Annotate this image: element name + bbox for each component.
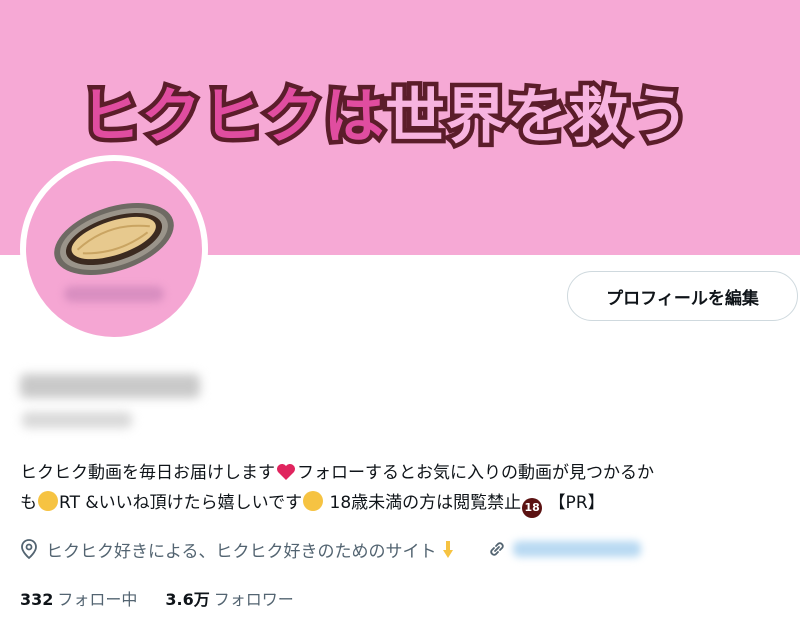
followers-count: 3.6万 xyxy=(165,590,210,609)
no-under-18-icon: 18 xyxy=(522,498,543,518)
following-label: フォロー中 xyxy=(57,590,138,609)
blurred-avatar-text xyxy=(64,286,164,302)
location-text: ヒクヒク好きによる、ヒクヒク好きのためのサイト xyxy=(46,541,437,562)
follow-stats: 332 フォロー中 3.6万 フォロワー xyxy=(20,586,294,610)
avatar-image xyxy=(26,161,202,337)
bio-text-5: 18歳未満の方は閲覧禁止 xyxy=(329,493,522,513)
location-pin-icon xyxy=(21,539,37,559)
link-icon xyxy=(489,542,504,556)
bio-text-3: も xyxy=(20,493,37,513)
followers-label: フォロワー xyxy=(213,590,294,609)
blurred-username xyxy=(22,412,132,428)
following-stat[interactable]: 332 フォロー中 xyxy=(20,586,137,610)
profile-meta: ヒクヒク好きによる、ヒクヒク好きのためのサイト xyxy=(20,535,641,563)
bio-text-1: ヒクヒク動画を毎日お届けします xyxy=(20,463,275,483)
edit-profile-button[interactable]: プロフィールを編集 xyxy=(567,271,798,321)
abalone-illustration xyxy=(54,203,174,275)
banner-title: ヒクヒクは世界を救う xyxy=(76,72,730,162)
bio-text-2: フォローするとお気に入りの動画が見つかるか xyxy=(297,463,654,483)
banner-title-part-3: 世界を救う xyxy=(381,78,694,157)
blurred-display-name xyxy=(20,374,200,398)
blurred-website-link[interactable] xyxy=(512,541,641,557)
pointing-down-icon xyxy=(442,541,453,558)
bio-text-4: RT &いいね頂けたら嬉しいです xyxy=(59,493,303,513)
shushing-face-icon xyxy=(38,491,58,511)
bio-text-6: 【PR】 xyxy=(548,493,605,513)
banner-title-part-2: は xyxy=(320,78,389,157)
profile-bio: ヒクヒク動画を毎日お届けします フォローするとお気に入りの動画が見つかるか も RT… xyxy=(20,458,790,518)
heart-icon xyxy=(277,464,295,480)
following-count: 332 xyxy=(20,590,54,609)
profile-avatar[interactable] xyxy=(20,155,208,343)
banner-title-part-1: ヒクヒク xyxy=(76,78,328,157)
hugging-face-icon xyxy=(303,491,324,511)
followers-stat[interactable]: 3.6万 フォロワー xyxy=(165,586,293,610)
